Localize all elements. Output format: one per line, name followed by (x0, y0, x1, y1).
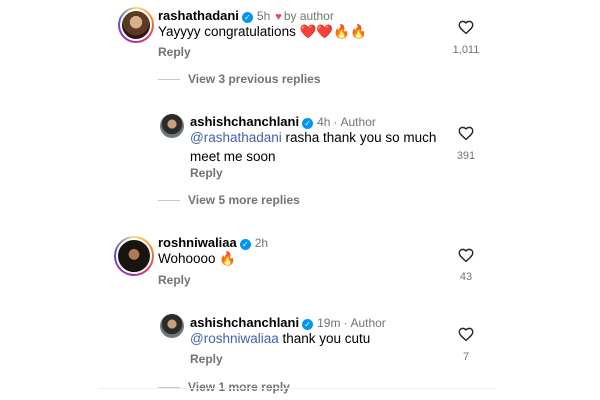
mention-link[interactable]: @roshniwaliaa (190, 331, 279, 346)
username[interactable]: rashathadani (158, 8, 239, 23)
reply-text-line2: meet me soon (190, 149, 276, 164)
timestamp[interactable]: 2h (255, 236, 268, 250)
view-more-replies[interactable]: View 5 more replies (158, 193, 300, 207)
like-count: 1,011 (452, 44, 480, 56)
timestamp[interactable]: 19m (317, 316, 340, 330)
avatar-ashishchanchlani[interactable] (160, 314, 184, 338)
author-badge: Author (340, 115, 376, 129)
timestamp[interactable]: 5h (257, 9, 270, 23)
heart-outline-icon[interactable] (457, 325, 475, 343)
username[interactable]: ashishchanchlani (190, 114, 299, 129)
heart-outline-icon[interactable] (457, 246, 475, 264)
comment-text: Wohoooo 🔥 (158, 251, 237, 266)
separator: · (343, 316, 348, 330)
reply-button[interactable]: Reply (158, 273, 191, 287)
avatar-roshniwaliaa[interactable] (114, 236, 154, 276)
liked-by-author-label: by author (283, 9, 334, 23)
like-count: 391 (456, 150, 476, 162)
reply-button[interactable]: Reply (190, 352, 223, 366)
separator: · (333, 115, 338, 129)
reply-text: @roshniwaliaa thank you cutu (190, 329, 370, 348)
heart-outline-icon[interactable] (457, 18, 475, 36)
view-more-replies[interactable]: View 1 more reply (158, 380, 290, 394)
verified-badge-icon: ✓ (239, 239, 251, 250)
panel-bottom-divider (98, 388, 496, 389)
mention-link[interactable]: @rashathadani (190, 130, 282, 145)
username[interactable]: roshniwaliaa (158, 235, 237, 250)
reply-button[interactable]: Reply (158, 45, 191, 59)
reply-text-line1: rasha thank you so much (281, 130, 437, 145)
heart-outline-icon[interactable] (457, 124, 475, 142)
avatar-rashathadani[interactable] (118, 7, 154, 43)
like-count: 43 (459, 271, 473, 283)
view-previous-replies[interactable]: View 3 previous replies (158, 72, 321, 86)
reply-text-body: thank you cutu (278, 331, 371, 346)
timestamp[interactable]: 4h (317, 115, 330, 129)
reply-text: @rashathadani rasha thank you so much mee… (190, 128, 445, 166)
author-badge: Author (350, 316, 386, 330)
comment-text: Yayyyy congratulations ❤️❤️🔥🔥 (158, 24, 367, 39)
avatar-ashishchanchlani[interactable] (160, 114, 184, 138)
reply-button[interactable]: Reply (190, 166, 223, 180)
username[interactable]: ashishchanchlani (190, 315, 299, 330)
like-count: 7 (462, 351, 470, 363)
